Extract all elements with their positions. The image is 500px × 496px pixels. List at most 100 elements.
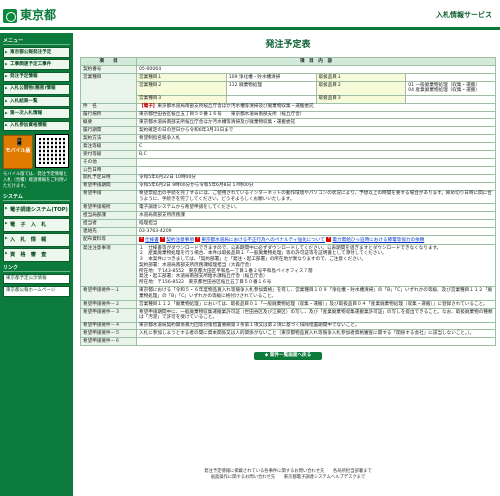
doc-link-power-saving[interactable]: 電力需給ひっ迫時における節電等協力の依頼 bbox=[332, 238, 424, 243]
link-tokyo-notice[interactable]: 東京都予定公示情報 bbox=[3, 273, 70, 285]
bt3-value bbox=[225, 94, 317, 104]
bt2-label: 営業種目２ bbox=[136, 81, 227, 96]
sidebar-item-construction[interactable]: 工事関連予定工事件 bbox=[3, 59, 70, 71]
sidebar-item-bid-notice[interactable]: 入札公開物(簡易)情報 bbox=[3, 83, 70, 95]
doc-link-contract-notes[interactable]: 契約注意事項 bbox=[166, 238, 194, 243]
logo-text: 東京都 bbox=[20, 8, 57, 22]
period-value: 契約確定の日の翌日から令和6年3月31日まで bbox=[136, 126, 496, 136]
page-title: 発注予定表 bbox=[265, 40, 311, 50]
bt3-label: 営業種目３ bbox=[136, 94, 227, 104]
cat1-label: 取扱品目１ bbox=[315, 73, 407, 83]
table-row: 希望申請 希望票提出の手続を完了するには、ご使用されているインターネットの動作環境… bbox=[80, 189, 496, 205]
header-content: 項 目 内 容 bbox=[136, 57, 496, 67]
pdf-icon: P bbox=[160, 235, 166, 242]
cat1-value bbox=[405, 73, 496, 83]
req5-value: 入札に参加しようとする者の間に資本関係又は人的関係がないこと（東京都物品買入れ等… bbox=[136, 329, 496, 339]
sidebar-item-qualification-review[interactable]: 資 格 審 査 bbox=[3, 248, 70, 262]
table-row: 開札予定日時 令和5年6月22日 10時00分 bbox=[80, 173, 496, 183]
cat2-b: 04 産業廃棄物処理（収集・運搬） bbox=[408, 88, 480, 94]
pdf-icon: P bbox=[139, 235, 144, 242]
table-row: 希望申請場所 電子調達システムから希望申請をしてください。 bbox=[80, 203, 496, 213]
table-row: 配布資料等 P 仕様書 P 契約注意事項 P 東京都水道局における不正行為へのペナルテ… bbox=[80, 235, 496, 245]
other-value bbox=[136, 158, 496, 167]
req4-value: 東京都水道局契約関係暴力団等対策措置要綱第３条第１項又は第２項に基づく排除措置期… bbox=[136, 321, 496, 331]
dept-value: 水道局南部支所庶務課 bbox=[136, 211, 496, 221]
method-label: 契約方法 bbox=[80, 134, 137, 144]
table-row: 連絡先 03-3763-4209 bbox=[80, 227, 496, 237]
site-header: 東京都 入札情報サービス bbox=[0, 0, 500, 30]
pdf-icon: P bbox=[195, 235, 201, 242]
req4-label: 希望申請要件－４ bbox=[80, 321, 137, 331]
type-value: C bbox=[136, 142, 496, 152]
footer: 発注予定情報に掲載されている各事件に関するお問い合わせ先 各局所担当部署まで 画… bbox=[80, 469, 496, 482]
table-row: 公告日時 bbox=[80, 165, 496, 175]
accept-value: B,C bbox=[136, 150, 496, 160]
req5-label: 希望申請要件－５ bbox=[80, 329, 137, 339]
req6-value bbox=[136, 337, 496, 347]
tokyo-logo[interactable]: 東京都 bbox=[3, 8, 56, 23]
footer-contact-helpdesk: 画面操作に関するお問い合わせ先 東京都電子調達システムヘルプデスクまで bbox=[210, 475, 366, 481]
table-row: 受付等級 B,C bbox=[80, 150, 496, 160]
tel-value: 03-3763-4209 bbox=[136, 227, 496, 237]
place-label: 履行場所 bbox=[80, 110, 137, 120]
open-date-label: 開札予定日時 bbox=[80, 173, 137, 183]
order-plan-table: 項 目 項 目 内 容 契約番号 05-00064 営業種目 営業種目１ 109… bbox=[80, 57, 496, 347]
table-row: 営業種目３ 取扱品目３ bbox=[81, 94, 496, 104]
electronic-tag: 【電子】 bbox=[139, 104, 158, 110]
open-date-value: 令和5年6月22日 10時00分 bbox=[136, 173, 496, 183]
main-content: 発注予定表 項 目 項 目 内 容 契約番号 05-00064 営業種目 営業種… bbox=[80, 36, 496, 361]
table-row: 履行期間 契約確定の日の翌日から令和6年3月31日まで bbox=[80, 126, 496, 136]
table-row: 発注注意事項 １ 仕様書等がダウンロードできますので、公表期間中に必ずダウンロード… bbox=[80, 243, 496, 288]
item-name: 東京都水道局南部支所桜丘庁舎ほか汚水槽等清掃及び廃棄物収集・運搬委託 bbox=[157, 104, 314, 110]
sidebar: メニュー 東京都公報発注予定 工事関連予定工事件 発注予定情報 入札公開物(簡易… bbox=[0, 33, 73, 496]
bt1-label: 営業種目１ bbox=[136, 73, 227, 83]
table-row: 契約方法 希望制指名競争入札 bbox=[80, 134, 496, 144]
cat3-label: 取扱品目３ bbox=[315, 94, 407, 104]
req6-label: 希望申請要件－６ bbox=[80, 337, 137, 347]
table-row: 発注等級 C bbox=[80, 142, 496, 152]
sidebar-item-gazette[interactable]: 東京都公報発注予定 bbox=[3, 47, 70, 58]
table-row: 希望申請要件－３ 希望申請期間中に、一般廃棄物収集運搬業許可証（世田谷区及び江東区… bbox=[80, 307, 496, 323]
contract-no-label: 契約番号 bbox=[80, 65, 137, 75]
mobile-version-button[interactable]: モバイル版 bbox=[3, 135, 33, 170]
table-row: 件 名 【電子】東京都水道局南部支所桜丘庁舎ほか汚水槽等清掃及び廃棄物収集・運搬… bbox=[80, 102, 496, 112]
mobile-promo: モバイル版 bbox=[3, 134, 70, 170]
type-label: 発注等級 bbox=[80, 142, 137, 152]
table-row: 希望申請期間 令和5年6月2日 9時00分から令和5年6月8日 17時00分 bbox=[80, 181, 496, 191]
table-row: 概要 東京都水道局南部支所桜丘庁舎ほか汚水槽等清掃及び廃棄物収集・運搬委託 bbox=[80, 118, 496, 128]
pub-date-value bbox=[136, 165, 496, 175]
dept-label: 担当局部課 bbox=[80, 211, 137, 221]
site-name: 入札情報サービス bbox=[436, 11, 492, 19]
req3-label: 希望申請要件－３ bbox=[80, 307, 137, 323]
back-to-list-button[interactable]: ◆ 案件一覧画面へ戻る bbox=[254, 352, 322, 361]
table-row: 担当局部課 水道局南部支所庶務課 bbox=[80, 211, 496, 221]
sidebar-item-order-plan[interactable]: 発注予定情報 bbox=[3, 71, 70, 83]
sidebar-item-bid-info[interactable]: 入 札 情 報 bbox=[3, 233, 70, 247]
table-row: 契約番号 05-00064 bbox=[80, 65, 496, 75]
sidebar-item-first-bid[interactable]: 第一次入札情報 bbox=[3, 108, 70, 120]
doc-link-penalty[interactable]: 東京都水道局における不正行為へのペナルティ強化について bbox=[201, 238, 325, 243]
apply-way-label: 希望申請場所 bbox=[80, 203, 137, 213]
mobile-note: モバイル版では、発注予定情報と入札（見積）経過情報をご利用いただけます。 bbox=[3, 172, 68, 189]
summary-value: 東京都水道局南部支所桜丘庁舎ほか汚水槽等清掃及び廃棄物収集・運搬委託 bbox=[136, 118, 496, 128]
table-row: 希望申請要件－４ 東京都水道局契約関係暴力団等対策措置要綱第３条第１項又は第２項に… bbox=[80, 321, 496, 331]
doc-link-specification[interactable]: 仕様書 bbox=[145, 238, 159, 243]
sidebar-item-e-bidding[interactable]: 電 子 入 札 bbox=[3, 218, 70, 232]
req2-label: 希望申請要件－２ bbox=[80, 299, 137, 309]
period-label: 履行期間 bbox=[80, 126, 137, 136]
notes-label: 発注注意事項 bbox=[80, 243, 137, 288]
sidebar-item-procurement-top[interactable]: 電子調達システム(TOP) bbox=[3, 203, 70, 217]
item-value: 【電子】東京都水道局南部支所桜丘庁舎ほか汚水槽等清掃及び廃棄物収集・運搬委託 bbox=[136, 102, 496, 112]
cat2-label: 取扱品目２ bbox=[315, 81, 407, 96]
sidebar-item-bid-results[interactable]: 入札結果一覧 bbox=[3, 96, 70, 107]
req1-value: 東京都における「令和５・６年度物品買入れ等競争入札参加資格」を有し、営業種目１０… bbox=[136, 286, 496, 301]
accept-label: 受付等級 bbox=[80, 150, 137, 160]
docs-value: P 仕様書 P 契約注意事項 P 東京都水道局における不正行為へのペナルティ強化につい… bbox=[136, 235, 496, 245]
contract-no-value: 05-00064 bbox=[136, 65, 496, 75]
table-row: 営業種目２ 112 廃棄物処理 取扱品目２ 01 一般廃棄物処理（収集・運搬） 0… bbox=[81, 81, 496, 96]
table-row: 希望申請要件－１ 東京都における「令和５・６年度物品買入れ等競争入札参加資格」を有… bbox=[80, 286, 496, 301]
notes-value: １ 仕様書等がダウンロードできますので、公表期間中に必ずダウンロードしてください… bbox=[136, 243, 496, 288]
table-row: 希望申請要件－６ bbox=[80, 337, 496, 347]
sidebar-item-qualification[interactable]: 入札参加資格情報 bbox=[3, 120, 70, 132]
link-tokyo-gazette[interactable]: 東京都公報ホームページ bbox=[3, 285, 70, 297]
